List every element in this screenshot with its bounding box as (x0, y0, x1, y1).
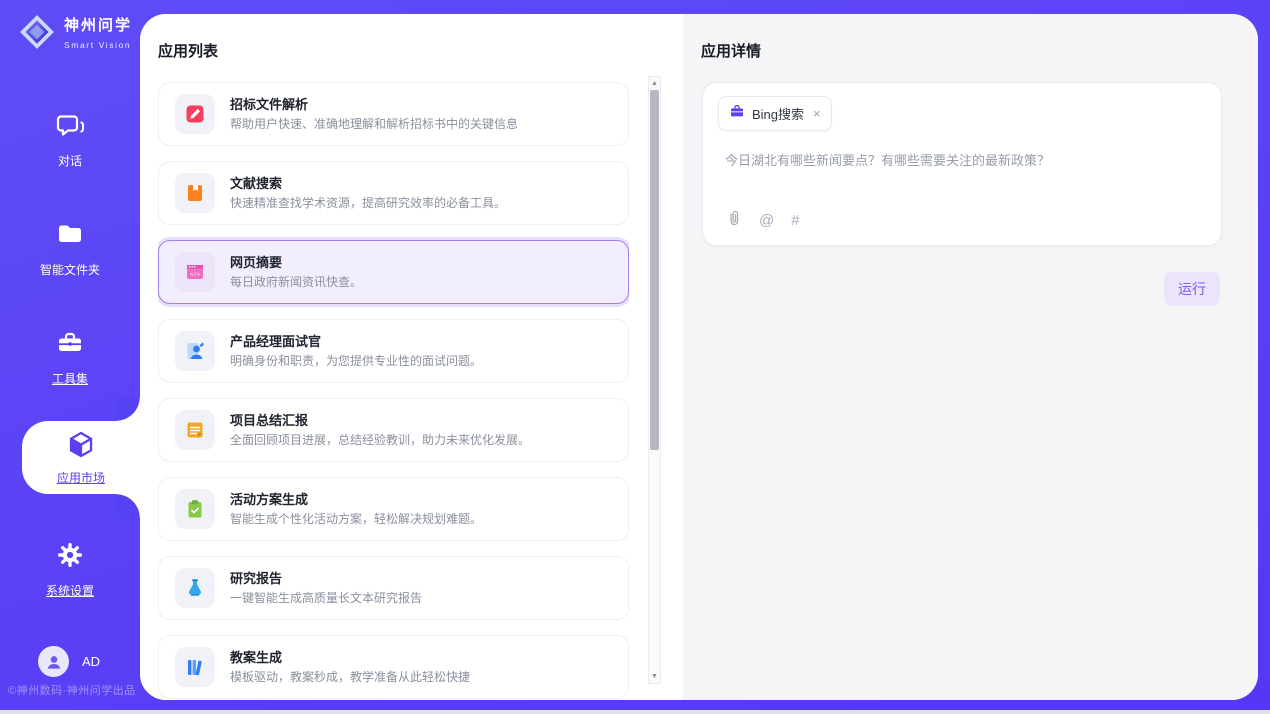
copyright-footer: ©神州数码·神州问学出品 (8, 682, 136, 698)
app-card-title: 教案生成 (230, 651, 470, 665)
app-detail-panel: 应用详情 Bing搜索 × 今日湖北有哪些新闻要点？有哪些需要关注的最新政策？ (683, 14, 1258, 700)
app-card-event-plan[interactable]: 活动方案生成 智能生成个性化活动方案，轻松解决规划难题。 (158, 477, 629, 541)
browser-icon: </> (175, 252, 215, 292)
app-card-title: 文献搜索 (230, 177, 506, 191)
brand-diamond-icon (18, 13, 56, 56)
scroll-up-icon[interactable]: ▲ (649, 80, 660, 87)
sidebar-item-label: 工具集 (0, 370, 140, 387)
scrollbar-thumb[interactable] (650, 90, 659, 450)
app-card-desc: 每日政府新闻资讯快查。 (230, 276, 362, 289)
sidebar-item-label: 智能文件夹 (0, 261, 140, 278)
input-toolbar: @ # (725, 208, 800, 232)
sidebar-item-label: 系统设置 (0, 582, 140, 599)
tool-tag-bing-search[interactable]: Bing搜索 × (718, 96, 832, 131)
app-card-pm-interviewer[interactable]: 产品经理面试官 明确身份和职责，为您提供专业性的面试问题。 (158, 319, 629, 383)
app-card-title: 招标文件解析 (230, 98, 518, 112)
sidebar-item-label: 应用市场 (22, 469, 140, 486)
app-card-desc: 快速精准查找学术资源，提高研究效率的必备工具。 (230, 197, 506, 210)
user-account[interactable]: AD (38, 646, 100, 677)
gear-icon (55, 557, 85, 574)
app-card-web-summary[interactable]: </> 网页摘要 每日政府新闻资讯快查。 (158, 240, 629, 304)
app-card-desc: 帮助用户快速、准确地理解和解析招标书中的关键信息 (230, 118, 518, 131)
sidebar-item-chat[interactable]: 对话 (0, 110, 140, 169)
app-list-scrollbar[interactable]: ▲ ▼ (648, 76, 661, 684)
book-icon (175, 173, 215, 213)
app-card-desc: 明确身份和职责，为您提供专业性的面试问题。 (230, 355, 482, 368)
avatar (38, 646, 69, 677)
app-card-title: 项目总结汇报 (230, 414, 530, 428)
chat-icon (55, 127, 85, 144)
note-icon (175, 410, 215, 450)
scroll-down-icon[interactable]: ▼ (649, 673, 660, 680)
books-icon (175, 647, 215, 687)
folder-icon (55, 236, 85, 253)
app-logo: 神州问学 Smart Vision (18, 13, 132, 56)
pen-icon (175, 94, 215, 134)
main-window: 应用列表 招标文件解析 帮助用户快速、准确地理解和解析招标书中的关键信息 (140, 14, 1258, 700)
app-card-desc: 全面回顾项目进展，总结经验教训，助力未来优化发展。 (230, 434, 530, 447)
sidebar-item-label: 对话 (0, 152, 140, 169)
paperclip-icon[interactable] (725, 208, 742, 232)
app-card-lesson-plan[interactable]: 教案生成 模板驱动，教案秒成，教学准备从此轻松快捷 (158, 635, 629, 699)
briefcase-icon (55, 345, 85, 362)
query-input[interactable]: 今日湖北有哪些新闻要点？有哪些需要关注的最新政策？ (725, 152, 1201, 169)
svg-text:</>: </> (190, 271, 201, 278)
briefcase-icon (729, 103, 745, 124)
app-list-title: 应用列表 (158, 40, 683, 61)
app-card-research-report[interactable]: 研究报告 一键智能生成高质量长文本研究报告 (158, 556, 629, 620)
app-card-title: 产品经理面试官 (230, 335, 482, 349)
sidebar-item-app-market[interactable]: 应用市场 (22, 421, 140, 494)
app-detail-title: 应用详情 (701, 40, 1258, 61)
cube-icon (65, 448, 97, 465)
app-card-desc: 智能生成个性化活动方案，轻松解决规划难题。 (230, 513, 482, 526)
brand-name: 神州问学 (64, 17, 132, 34)
at-icon[interactable]: @ (759, 212, 774, 229)
user-icon (44, 652, 64, 672)
sidebar-item-settings[interactable]: 系统设置 (0, 540, 140, 599)
flask-icon (175, 568, 215, 608)
app-card-list: 招标文件解析 帮助用户快速、准确地理解和解析招标书中的关键信息 文献搜索 快速精… (158, 76, 629, 700)
run-button[interactable]: 运行 (1164, 272, 1220, 306)
clipboard-icon (175, 489, 215, 529)
bottom-edge-strip (0, 710, 1270, 714)
app-card-tender-analysis[interactable]: 招标文件解析 帮助用户快速、准确地理解和解析招标书中的关键信息 (158, 82, 629, 146)
app-card-desc: 模板驱动，教案秒成，教学准备从此轻松快捷 (230, 671, 470, 684)
user-name: AD (82, 654, 100, 669)
prompt-card: Bing搜索 × 今日湖北有哪些新闻要点？有哪些需要关注的最新政策？ @ # (702, 82, 1222, 246)
app-card-desc: 一键智能生成高质量长文本研究报告 (230, 592, 422, 605)
sidebar-item-smart-folder[interactable]: 智能文件夹 (0, 219, 140, 278)
app-card-title: 网页摘要 (230, 256, 362, 270)
sidebar: 神州问学 Smart Vision 对话 智能文件夹 (0, 0, 140, 714)
app-card-title: 活动方案生成 (230, 493, 482, 507)
app-card-project-summary[interactable]: 项目总结汇报 全面回顾项目进展，总结经验教训，助力未来优化发展。 (158, 398, 629, 462)
app-card-literature-search[interactable]: 文献搜索 快速精准查找学术资源，提高研究效率的必备工具。 (158, 161, 629, 225)
app-card-title: 研究报告 (230, 572, 422, 586)
brand-tagline: Smart Vision (64, 40, 131, 50)
app-list-panel: 应用列表 招标文件解析 帮助用户快速、准确地理解和解析招标书中的关键信息 (140, 14, 683, 700)
interviewer-icon (175, 331, 215, 371)
tag-label: Bing搜索 (752, 104, 804, 123)
close-icon[interactable]: × (813, 107, 821, 120)
hash-icon[interactable]: # (791, 212, 799, 229)
sidebar-item-toolset[interactable]: 工具集 (0, 328, 140, 387)
